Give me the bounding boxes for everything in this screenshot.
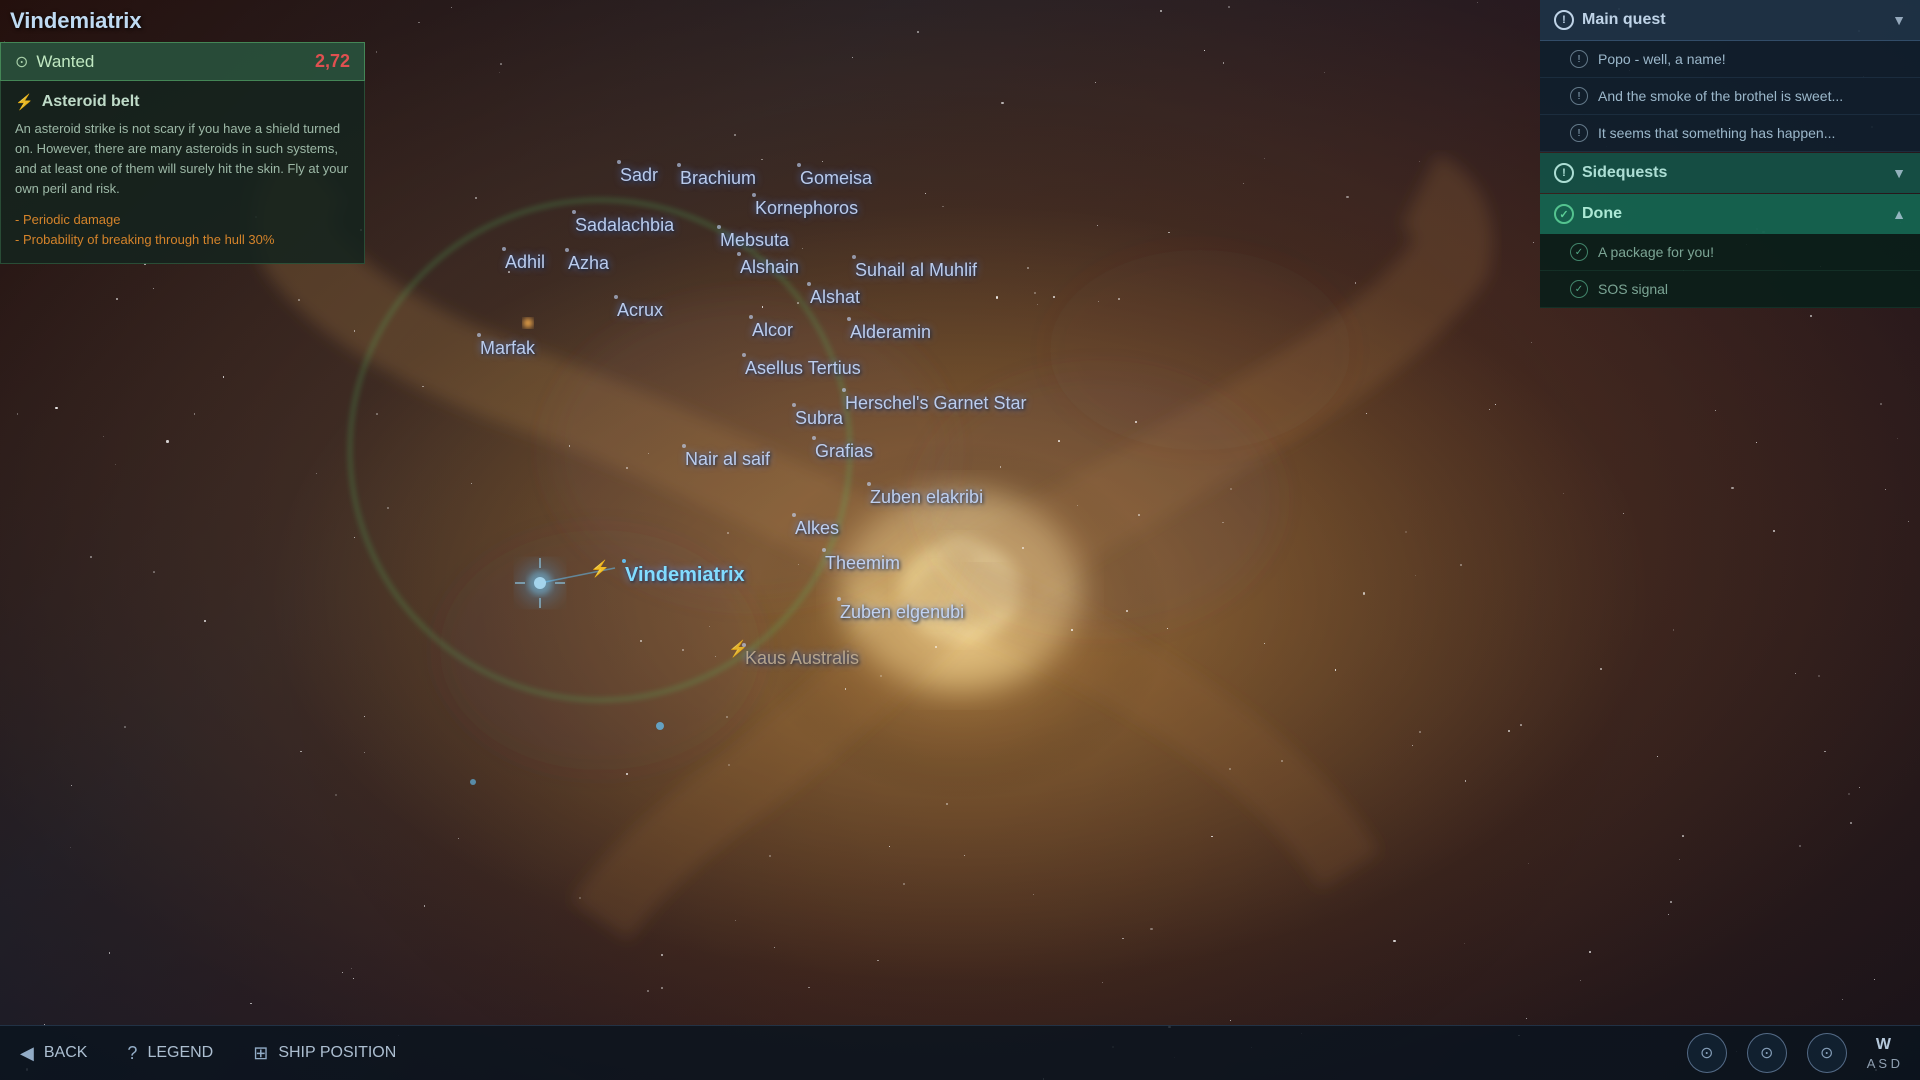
asteroid-panel: ⚡ Asteroid belt An asteroid strike is no… — [0, 81, 365, 264]
wanted-bar: ⊙ Wanted 2,72 — [0, 42, 365, 81]
bottom-right-controls: ⊙ ⊙ ⊙ W A S D — [1687, 1033, 1900, 1073]
star-dot — [792, 513, 796, 517]
quest-item-icon: ! — [1570, 124, 1588, 142]
done-section: ✓ Done ▲ ✓ A package for you! ✓ SOS sign… — [1540, 194, 1920, 308]
back-icon: ◀ — [20, 1043, 34, 1064]
star-dot — [742, 643, 746, 647]
quest-item[interactable]: ! It seems that something has happen... — [1540, 115, 1920, 152]
done-item-icon: ✓ — [1570, 280, 1588, 298]
sidequests-header[interactable]: ! Sidequests ▼ — [1540, 153, 1920, 193]
done-header[interactable]: ✓ Done ▲ — [1540, 194, 1920, 234]
wanted-label: Wanted — [36, 52, 94, 72]
quest-item-label: It seems that something has happen... — [1598, 125, 1835, 141]
done-item[interactable]: ✓ A package for you! — [1540, 234, 1920, 271]
legend-label: LEGEND — [147, 1044, 213, 1062]
quest-item-icon: ! — [1570, 87, 1588, 105]
star-dot — [752, 193, 756, 197]
star-dot — [572, 210, 576, 214]
ship-position-icon: ⊞ — [253, 1043, 268, 1064]
star-dot — [822, 548, 826, 552]
page-title: Vindemiatrix — [10, 8, 142, 34]
star-dot — [742, 353, 746, 357]
asteroid-desc: An asteroid strike is not scary if you h… — [15, 119, 350, 200]
main-quest-chevron: ▼ — [1892, 12, 1906, 28]
done-item-label: A package for you! — [1598, 244, 1714, 260]
nav-control-3: ⊙ — [1807, 1033, 1847, 1073]
back-button[interactable]: ◀ BACK — [20, 1043, 87, 1064]
star-dot — [614, 295, 618, 299]
wanted-value: 2,72 — [315, 51, 350, 72]
nav-w: W — [1876, 1036, 1891, 1054]
star-dot — [617, 160, 621, 164]
star-dot — [565, 248, 569, 252]
star-dot — [622, 559, 626, 563]
asteroid-warn2: - Probability of breaking through the hu… — [15, 230, 350, 251]
quest-item-icon: ! — [1570, 50, 1588, 68]
main-quest-icon: ! — [1554, 10, 1574, 30]
sidequests-chevron: ▼ — [1892, 165, 1906, 181]
done-item-icon: ✓ — [1570, 243, 1588, 261]
done-chevron: ▲ — [1892, 206, 1906, 222]
quest-item[interactable]: ! And the smoke of the brothel is sweet.… — [1540, 78, 1920, 115]
asteroid-warn1: - Periodic damage — [15, 210, 350, 231]
done-item-label: SOS signal — [1598, 281, 1668, 297]
star-dot — [852, 255, 856, 259]
star-dot — [677, 163, 681, 167]
quest-item[interactable]: ! Popo - well, a name! — [1540, 41, 1920, 78]
ship-position-button[interactable]: ⊞ SHIP POSITION — [253, 1043, 396, 1064]
star-dot — [749, 315, 753, 319]
nav-icon-1: ⊙ — [1700, 1043, 1713, 1063]
nav-icon-2: ⊙ — [1760, 1043, 1773, 1063]
done-item[interactable]: ✓ SOS signal — [1540, 271, 1920, 308]
star-dot — [717, 225, 721, 229]
done-label: Done — [1582, 205, 1622, 223]
star-dot — [847, 317, 851, 321]
star-dot — [792, 403, 796, 407]
star-dot — [477, 333, 481, 337]
quest-panel: ! Main quest ▼ ! Popo - well, a name! ! … — [1540, 0, 1920, 309]
bottom-bar: ◀ BACK ? LEGEND ⊞ SHIP POSITION ⊙ ⊙ ⊙ W … — [0, 1025, 1920, 1080]
legend-button[interactable]: ? LEGEND — [127, 1043, 213, 1064]
main-quest-items: ! Popo - well, a name! ! And the smoke o… — [1540, 41, 1920, 152]
nav-icon-3: ⊙ — [1820, 1043, 1833, 1063]
sidequests-icon: ! — [1554, 163, 1574, 183]
main-quest-section: ! Main quest ▼ ! Popo - well, a name! ! … — [1540, 0, 1920, 152]
done-items: ✓ A package for you! ✓ SOS signal — [1540, 234, 1920, 308]
asteroid-warn: - Periodic damage - Probability of break… — [15, 210, 350, 252]
sidequests-label: Sidequests — [1582, 164, 1667, 182]
asteroid-title: ⚡ Asteroid belt — [15, 93, 350, 111]
wanted-left: ⊙ Wanted — [15, 52, 94, 72]
ship-position-label: SHIP POSITION — [278, 1044, 396, 1062]
quest-item-label: And the smoke of the brothel is sweet... — [1598, 88, 1843, 104]
wanted-icon: ⊙ — [15, 52, 28, 72]
legend-icon: ? — [127, 1043, 137, 1064]
main-quest-label: Main quest — [1582, 11, 1666, 29]
star-dot — [837, 597, 841, 601]
star-dot — [812, 436, 816, 440]
star-dot — [797, 163, 801, 167]
star-dot — [807, 282, 811, 286]
nav-wasd-indicator: W A S D — [1867, 1036, 1900, 1071]
info-panel: ⊙ Wanted 2,72 ⚡ Asteroid belt An asteroi… — [0, 42, 365, 264]
star-dot — [682, 444, 686, 448]
star-dot — [842, 388, 846, 392]
nav-asd: A S D — [1867, 1056, 1900, 1071]
back-label: BACK — [44, 1044, 88, 1062]
asteroid-belt-icon: ⚡ — [15, 93, 34, 111]
star-dot — [737, 252, 741, 256]
done-icon: ✓ — [1554, 204, 1574, 224]
star-dot — [502, 247, 506, 251]
asteroid-belt-label: Asteroid belt — [42, 93, 140, 111]
nav-control-2: ⊙ — [1747, 1033, 1787, 1073]
main-quest-header[interactable]: ! Main quest ▼ — [1540, 0, 1920, 41]
nav-control-1: ⊙ — [1687, 1033, 1727, 1073]
star-dot — [867, 482, 871, 486]
quest-item-label: Popo - well, a name! — [1598, 51, 1726, 67]
sidequests-section: ! Sidequests ▼ — [1540, 153, 1920, 193]
